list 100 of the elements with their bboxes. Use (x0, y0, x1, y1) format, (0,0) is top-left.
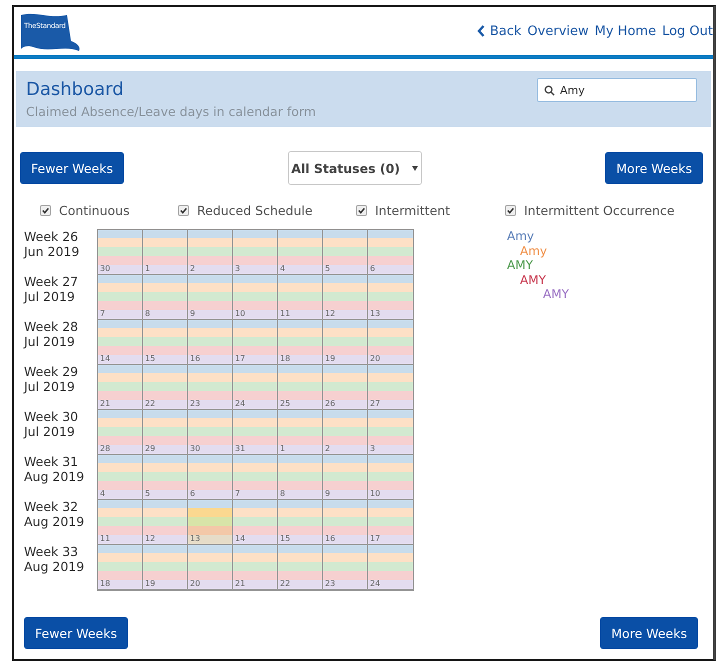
day-cell[interactable]: 20 (188, 545, 233, 590)
day-cell[interactable]: 7 (98, 275, 143, 320)
day-cell[interactable]: 29 (143, 410, 188, 455)
day-number: 3 (235, 264, 240, 274)
day-cell[interactable]: 7 (233, 455, 278, 500)
day-cell[interactable]: 25 (278, 365, 323, 410)
day-number: 23 (190, 399, 200, 409)
day-cell[interactable]: 14 (98, 320, 143, 365)
day-cell[interactable]: 23 (188, 365, 233, 410)
checkbox[interactable] (40, 204, 51, 216)
day-number: 10 (370, 489, 380, 499)
day-cell[interactable]: 21 (233, 545, 278, 590)
week-label: Week 30 (24, 409, 80, 424)
day-number: 16 (325, 534, 336, 544)
more-weeks-button[interactable]: More Weeks (600, 617, 698, 649)
day-cell[interactable]: 23 (323, 545, 368, 590)
month-label: Aug 2019 (24, 514, 86, 529)
day-cell[interactable]: 6 (188, 455, 233, 500)
day-number: 19 (145, 579, 156, 589)
day-cell[interactable]: 5 (143, 455, 188, 500)
checkbox[interactable] (178, 204, 189, 216)
day-cell[interactable]: 18 (278, 320, 323, 365)
day-cell[interactable]: 2 (323, 410, 368, 455)
day-number: 13 (190, 534, 200, 544)
day-cell[interactable]: 11 (98, 500, 143, 545)
checkbox-label: Continuous (59, 202, 130, 218)
page-title: Dashboard (26, 79, 125, 101)
day-number: 5 (145, 489, 150, 499)
day-cell[interactable]: 10 (233, 275, 278, 320)
day-cell[interactable]: 24 (233, 365, 278, 410)
day-number: 24 (370, 579, 380, 589)
day-number: 17 (235, 354, 246, 364)
day-number: 4 (280, 264, 286, 274)
day-cell[interactable]: 31 (233, 410, 278, 455)
day-cell[interactable]: 4 (278, 230, 323, 275)
nav-link[interactable]: Overview (527, 24, 589, 38)
checkbox[interactable] (356, 204, 367, 216)
day-cell[interactable]: 19 (143, 545, 188, 590)
day-cell[interactable]: 5 (323, 230, 368, 275)
week-label: Week 26 (24, 229, 80, 244)
search-field[interactable]: Amy (537, 78, 697, 102)
day-cell[interactable]: 11 (278, 275, 323, 320)
day-cell[interactable]: 21 (98, 365, 143, 410)
day-cell[interactable]: 10 (368, 455, 413, 500)
day-number: 1 (145, 264, 150, 274)
day-number: 17 (370, 534, 380, 544)
day-cell[interactable]: 15 (143, 320, 188, 365)
day-cell[interactable]: 16 (188, 320, 233, 365)
day-cell[interactable]: 17 (368, 500, 413, 545)
day-cell[interactable]: 13 (368, 275, 413, 320)
day-cell[interactable]: 3 (233, 230, 278, 275)
day-cell[interactable]: 12 (323, 275, 368, 320)
checkbox[interactable] (505, 204, 516, 216)
day-cell[interactable]: 24 (368, 545, 413, 590)
day-number: 22 (145, 399, 156, 409)
fewer-weeks-button[interactable]: Fewer Weeks (24, 617, 128, 649)
day-cell[interactable]: 18 (98, 545, 143, 590)
day-cell[interactable]: 3 (368, 410, 413, 455)
day-number: 20 (370, 354, 380, 364)
day-cell[interactable]: 30 (188, 410, 233, 455)
day-cell[interactable]: 22 (278, 545, 323, 590)
checkbox-label: Intermittent (375, 202, 450, 218)
day-cell[interactable]: 27 (368, 365, 413, 410)
day-cell[interactable]: 26 (323, 365, 368, 410)
day-cell[interactable]: 17 (233, 320, 278, 365)
day-number: 20 (190, 579, 200, 589)
back-link[interactable]: Back (476, 24, 522, 38)
week-label: Week 33 (24, 544, 80, 559)
day-number: 11 (100, 534, 110, 544)
nav-link[interactable]: My Home (594, 24, 656, 38)
day-cell[interactable]: 14 (233, 500, 278, 545)
day-cell[interactable]: 12 (143, 500, 188, 545)
day-cell[interactable]: 9 (323, 455, 368, 500)
nav-link[interactable]: Log Out (662, 24, 713, 38)
day-number: 27 (370, 399, 380, 409)
day-cell[interactable]: 2 (188, 230, 233, 275)
day-cell[interactable]: 15 (278, 500, 323, 545)
more-weeks-button[interactable]: More Weeks (605, 152, 703, 184)
day-cell[interactable]: 8 (143, 275, 188, 320)
day-number: 23 (325, 579, 336, 589)
day-cell[interactable]: 22 (143, 365, 188, 410)
day-cell[interactable]: 1 (278, 410, 323, 455)
day-cell[interactable]: 6 (368, 230, 413, 275)
day-cell[interactable]: 20 (368, 320, 413, 365)
status-dropdown[interactable]: All Statuses (0) (288, 151, 422, 185)
fewer-weeks-button[interactable]: Fewer Weeks (20, 152, 124, 184)
day-cell[interactable]: 4 (98, 455, 143, 500)
day-number: 11 (280, 309, 290, 319)
day-cell[interactable]: 16 (323, 500, 368, 545)
day-cell[interactable]: 19 (323, 320, 368, 365)
day-cell[interactable]: 1 (143, 230, 188, 275)
month-label: Jul 2019 (24, 289, 76, 304)
day-cell[interactable]: 9 (188, 275, 233, 320)
day-cell[interactable]: 13 (188, 500, 233, 545)
day-cell[interactable]: 8 (278, 455, 323, 500)
day-number: 2 (325, 444, 330, 454)
day-cell[interactable]: 30 (98, 230, 143, 275)
day-cell[interactable]: 28 (98, 410, 143, 455)
day-number: 3 (370, 444, 376, 454)
day-number: 21 (100, 399, 110, 409)
